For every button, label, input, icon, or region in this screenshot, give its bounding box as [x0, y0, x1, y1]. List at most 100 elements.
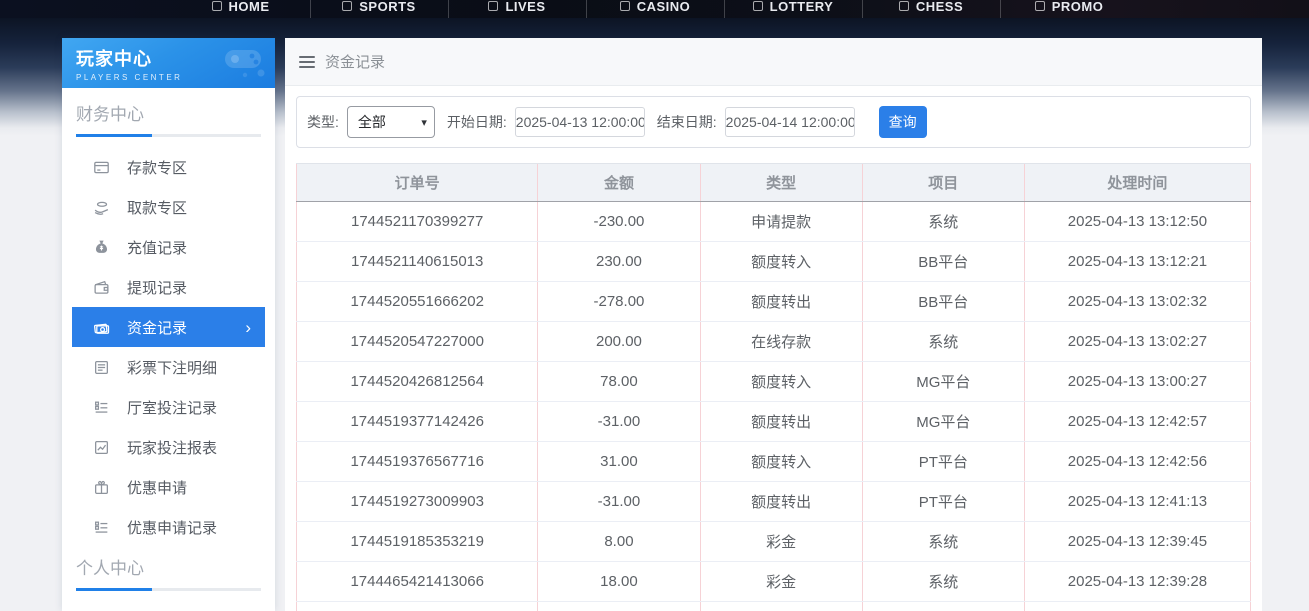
table-body: 1744521170399277 -230.00 申请提款 系统 2025-04…	[297, 202, 1251, 611]
sidebar-item-withdraw-zone[interactable]: 取款专区	[62, 187, 275, 227]
table-row: 1744519376567716 31.00 额度转入 PT平台 2025-04…	[297, 442, 1251, 482]
cell-type: 彩金	[700, 562, 862, 602]
sidebar-item-label: 玩家投注报表	[127, 437, 217, 458]
cell-amount: -278.00	[538, 282, 700, 322]
cell-project: MG平台	[862, 402, 1024, 442]
table-row: 1744519273009903 -31.00 额度转出 PT平台 2025-0…	[297, 482, 1251, 522]
cell-type: 彩金	[700, 522, 862, 562]
sidebar: 玩家中心 PLAYERS CENTER 财务中心 存款专区	[62, 38, 275, 611]
section-divider	[76, 134, 261, 137]
sidebar-item-player-bet-report[interactable]: 玩家投注报表	[62, 427, 275, 467]
cell-order-no: 1744520547227000	[297, 322, 538, 362]
cell-project: BB平台	[862, 242, 1024, 282]
cell-order-no: 1744465421413066	[297, 562, 538, 602]
end-date-label: 结束日期:	[657, 112, 717, 132]
nav-casino[interactable]: CASINO	[586, 0, 724, 18]
table-row: 1744521170399277 -230.00 申请提款 系统 2025-04…	[297, 202, 1251, 242]
cell-process-time: 2025-04-13 13:02:27	[1024, 322, 1250, 362]
nav-home-label: HOME	[229, 0, 270, 14]
hamburger-menu-icon[interactable]	[299, 56, 315, 68]
nav-home[interactable]: HOME	[172, 0, 310, 18]
col-type: 类型	[700, 164, 862, 202]
sidebar-item-lottery-bet-details[interactable]: 彩票下注明细	[62, 347, 275, 387]
sidebar-item-label: 彩票下注明细	[127, 357, 217, 378]
chevron-down-icon: ▾	[421, 116, 427, 129]
chess-icon	[899, 1, 909, 11]
finance-section-title: 财务中心	[76, 100, 261, 125]
start-date-input[interactable]	[515, 107, 645, 137]
cell-type: 额度转入	[700, 242, 862, 282]
sidebar-item-withdraw-records[interactable]: 提现记录	[62, 267, 275, 307]
search-button[interactable]: 查询	[879, 106, 927, 138]
sidebar-item-label: 取款专区	[127, 197, 187, 218]
top-navbar: HOME SPORTS LIVES CASINO LOTTERY CHESS P…	[0, 0, 1309, 18]
table-row: 1744519185353219 8.00 彩金 系统 2025-04-13 1…	[297, 522, 1251, 562]
list-icon	[92, 398, 110, 416]
table-row: 1744520547227000 200.00 在线存款 系统 2025-04-…	[297, 322, 1251, 362]
cell-order-no: 1744519377142426	[297, 402, 538, 442]
cell-project: 系统	[862, 562, 1024, 602]
sidebar-item-funds-records[interactable]: 资金记录 ›	[72, 307, 265, 347]
cell-project: BB平台	[862, 282, 1024, 322]
personal-section-title: 个人中心	[76, 554, 261, 579]
table-row: 1744465421413066 18.00 彩金 系统 2025-04-13 …	[297, 562, 1251, 602]
cell-amount: 8.00	[538, 522, 700, 562]
cell-project: 系统	[862, 522, 1024, 562]
nav-sports-label: SPORTS	[359, 0, 415, 14]
table-row: 1744520551666202 -278.00 额度转出 BB平台 2025-…	[297, 282, 1251, 322]
cell-process-time: 2025-04-13 12:42:56	[1024, 442, 1250, 482]
sidebar-item-label: 资金记录	[127, 317, 187, 338]
table-row: 1744519377142426 -31.00 额度转出 MG平台 2025-0…	[297, 402, 1251, 442]
sidebar-item-messages[interactable]: 消息公告	[62, 601, 275, 611]
nav-promo[interactable]: PROMO	[1000, 0, 1138, 18]
sidebar-item-promo-apply-records[interactable]: 优惠申请记录	[62, 507, 275, 547]
cell-order-no: 1744521140615013	[297, 242, 538, 282]
banknotes-icon	[92, 318, 110, 336]
type-select[interactable]: 全部 ▾	[347, 106, 435, 138]
sidebar-menu: 存款专区 取款专区 充值记录 提现记录	[62, 147, 275, 547]
cell-amount: 78.00	[538, 362, 700, 402]
cell-order-no: 1744520551666202	[297, 282, 538, 322]
nav-sports[interactable]: SPORTS	[310, 0, 448, 18]
hand-money-icon	[92, 198, 110, 216]
finance-section-header: 财务中心	[62, 88, 275, 137]
lottery-icon	[753, 1, 763, 11]
sidebar-item-recharge-records[interactable]: 充值记录	[62, 227, 275, 267]
cell-order-no: 1744521170399277	[297, 202, 538, 242]
player-center-page: HOME SPORTS LIVES CASINO LOTTERY CHESS P…	[0, 0, 1309, 611]
document-icon	[92, 358, 110, 376]
sidebar-item-hall-bet-records[interactable]: 厅室投注记录	[62, 387, 275, 427]
content-area: 类型: 全部 ▾ 开始日期: 结束日期: 查询 订单号 金额 类型	[285, 86, 1262, 611]
sidebar-item-deposit-zone[interactable]: 存款专区	[62, 147, 275, 187]
end-date-input[interactable]	[725, 107, 855, 137]
cell-order-no: 1744519376567716	[297, 442, 538, 482]
col-process-time: 处理时间	[1024, 164, 1250, 202]
cell-process-time: 2025-04-13 12:39:28	[1024, 562, 1250, 602]
cell-type: 额度转出	[700, 402, 862, 442]
gift-icon	[92, 478, 110, 496]
start-date-label: 开始日期:	[447, 112, 507, 132]
sidebar-item-label: 充值记录	[127, 237, 187, 258]
table-row: 1744521140615013 230.00 额度转入 BB平台 2025-0…	[297, 242, 1251, 282]
nav-chess[interactable]: CHESS	[862, 0, 1000, 18]
sidebar-item-label: 厅室投注记录	[127, 397, 217, 418]
col-amount: 金额	[538, 164, 700, 202]
page-title: 资金记录	[325, 51, 385, 72]
cell-amount: -31.00	[538, 402, 700, 442]
nav-lives[interactable]: LIVES	[448, 0, 586, 18]
nav-lottery[interactable]: LOTTERY	[724, 0, 862, 18]
cell-type: 额度转出	[700, 282, 862, 322]
nav-promo-label: PROMO	[1052, 0, 1104, 14]
nav-casino-label: CASINO	[637, 0, 691, 14]
cell-process-time: 2025-04-13 13:00:27	[1024, 362, 1250, 402]
nav-lives-label: LIVES	[505, 0, 545, 14]
cell-project: PT平台	[862, 442, 1024, 482]
cell-amount: 18.00	[538, 562, 700, 602]
promo-icon	[1035, 1, 1045, 11]
chart-icon	[92, 438, 110, 456]
sidebar-item-promo-apply[interactable]: 优惠申请	[62, 467, 275, 507]
sports-icon	[342, 1, 352, 11]
nav-chess-label: CHESS	[916, 0, 963, 14]
cell-project: 系统	[862, 202, 1024, 242]
cell-type: 额度转入	[700, 442, 862, 482]
